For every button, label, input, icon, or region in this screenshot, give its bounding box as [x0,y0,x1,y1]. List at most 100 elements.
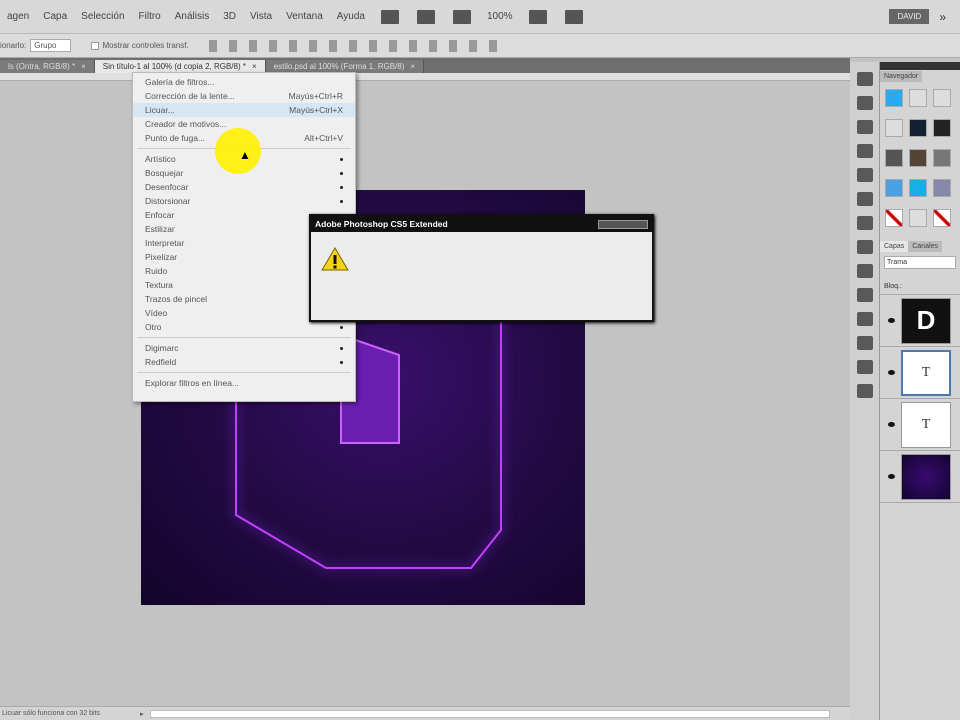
status-menu-arrow-icon[interactable]: ▸ [140,710,144,718]
style-swatch[interactable] [909,149,927,167]
layer-row[interactable]: D [880,295,960,347]
close-icon[interactable]: × [410,62,415,71]
show-transform-label: Mostrar controles transf. [102,41,189,50]
dialog-titlebar: Adobe Photoshop CS5 Extended [311,216,652,232]
menu-item-label: Creador de motivos... [145,119,227,129]
style-swatch[interactable] [933,89,951,107]
zoom-level[interactable]: 100% [480,11,520,22]
tab-channels[interactable]: Canales [908,241,942,252]
menu-item-liquify[interactable]: Licuar... Mayús+Ctrl+X [133,103,355,117]
menu-item-gallery[interactable]: Galería de filtros... [133,75,355,89]
menu-ayuda[interactable]: Ayuda [330,11,372,22]
path-select-tool-icon[interactable] [856,336,873,350]
menu-item-label: Digimarc [145,343,179,353]
layer-thumbnail: D [901,297,951,344]
shape-tool-icon[interactable] [856,360,873,374]
mini-bridge-icon[interactable] [416,9,435,24]
style-swatch[interactable] [885,149,903,167]
menu-ventana[interactable]: Ventana [279,11,330,22]
clone-tool-icon[interactable] [856,168,873,182]
eye-icon[interactable] [888,318,895,323]
dialog-title: Adobe Photoshop CS5 Extended [315,219,448,229]
view-extras-icon[interactable] [452,9,471,24]
style-swatch[interactable] [933,179,951,197]
layer-row[interactable] [880,451,960,503]
hand-tool-icon[interactable] [856,384,873,398]
submenu-arrow-icon [340,346,343,350]
menu-seleccion[interactable]: Selección [74,11,131,22]
menu-item-label: Textura [145,280,173,290]
style-swatch[interactable] [885,119,903,137]
show-transform-checkbox[interactable] [91,41,100,50]
eraser-tool-icon[interactable] [856,216,873,230]
auto-select-dropdown[interactable]: Grupo [30,39,72,52]
no-style-swatch[interactable] [933,209,951,227]
brush-tool-icon[interactable] [856,144,873,158]
dodge-tool-icon[interactable] [856,264,873,278]
menu-item-browse-online[interactable]: Explorar filtros en línea... [133,376,355,390]
menu-capa[interactable]: Capa [36,11,74,22]
submenu-arrow-icon [340,171,343,175]
horizontal-scrollbar[interactable] [149,709,830,718]
move-tool-icon[interactable] [856,72,873,86]
menu-item-label: Otro [145,322,162,332]
menu-analisis[interactable]: Análisis [168,11,216,22]
tab-document-1[interactable]: ls (Ontra, RGB/8) * × [0,60,95,73]
lasso-tool-icon[interactable] [856,96,873,110]
style-swatch[interactable] [933,149,951,167]
close-icon[interactable]: × [81,62,86,71]
auto-select-label: ionarlo: [0,41,27,50]
menu-filtro[interactable]: Filtro [132,11,168,22]
tab-layers[interactable]: Capas [880,241,909,252]
menu-item-digimarc[interactable]: Digimarc [133,341,355,355]
submenu-arrow-icon [340,157,343,161]
screen-mode-icon[interactable] [564,9,583,24]
arrange-documents-icon[interactable] [528,9,547,24]
menu-item-submenu[interactable]: Otro [133,320,355,334]
pen-tool-icon[interactable] [856,288,873,302]
type-tool-icon[interactable] [856,312,873,326]
menu-item-label: Galería de filtros... [145,77,215,87]
blend-mode-dropdown[interactable]: Trama [884,256,956,269]
tab-navigator[interactable]: Navegador [880,71,923,82]
layer-thumbnail: T [901,401,951,448]
layer-row-selected[interactable]: T [880,347,960,399]
menu-item-label: Redfield [145,357,177,367]
document-tabs: ls (Ontra, RGB/8) * × Sin título-1 al 100… [0,58,850,73]
shortcut: Alt+Ctrl+V [304,133,343,143]
menu-item-submenu[interactable]: Distorsionar [133,194,355,208]
mouse-cursor-icon: ▲ [239,148,251,162]
menu-item-label: Punto de fuga... [145,133,206,143]
menu-imagen[interactable]: agen [0,11,36,22]
style-swatch[interactable] [909,209,927,227]
eye-icon[interactable] [888,370,895,375]
workspace-button[interactable]: DAVID [889,9,930,24]
launch-bridge-icon[interactable] [380,9,399,24]
menu-vista[interactable]: Vista [243,11,279,22]
tab-label: estilo.psd al 100% (Forma 1, RGB/8) [273,62,405,71]
style-swatch[interactable] [885,89,903,107]
eye-icon[interactable] [888,474,895,479]
crop-tool-icon[interactable] [856,120,873,134]
layer-row[interactable]: T [880,399,960,451]
more-workspaces-button[interactable]: » [939,10,946,24]
no-style-swatch[interactable] [885,209,903,227]
align-buttons[interactable] [208,39,509,52]
style-swatch[interactable] [885,179,903,197]
menu-item-submenu[interactable]: Desenfocar [133,180,355,194]
stamp-tool-icon[interactable] [856,192,873,206]
menu-3d[interactable]: 3D [216,11,243,22]
style-swatch[interactable] [909,179,927,197]
tab-label: Sin título-1 al 100% (d copia 2, RGB/8) … [102,62,246,71]
menu-item-redfield[interactable]: Redfield [133,355,355,369]
menu-item-lens-correction[interactable]: Corrección de la lente... Mayús+Ctrl+R [133,89,355,103]
separator [137,372,351,373]
style-swatch[interactable] [933,119,951,137]
style-swatch[interactable] [909,89,927,107]
eye-icon[interactable] [888,422,895,427]
gradient-tool-icon[interactable] [856,240,873,254]
style-swatch[interactable] [909,119,927,137]
close-icon[interactable]: × [252,62,257,71]
menu-item-label: Interpretar [145,238,185,248]
close-button[interactable] [598,219,648,229]
